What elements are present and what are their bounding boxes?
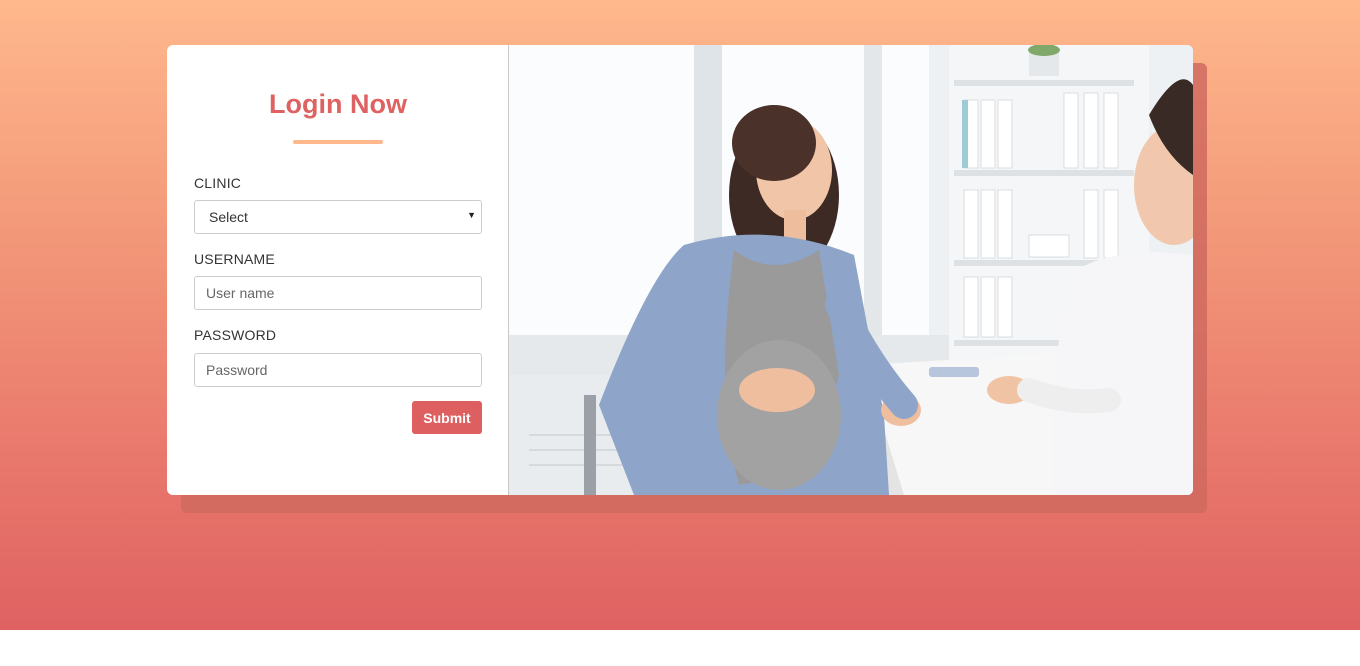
login-form: Login Now CLINIC Select ▼ USERNAME PASSW… bbox=[167, 45, 509, 495]
login-title: Login Now bbox=[269, 89, 407, 119]
username-input[interactable] bbox=[194, 276, 482, 310]
submit-button[interactable]: Submit bbox=[412, 401, 482, 434]
clinic-photo-illustration bbox=[509, 45, 1193, 495]
clinic-select[interactable]: Select ▼ bbox=[194, 200, 482, 234]
password-label: PASSWORD bbox=[194, 327, 277, 343]
password-input[interactable] bbox=[194, 353, 482, 387]
clinic-select-value: Select bbox=[209, 209, 248, 225]
clinic-label: CLINIC bbox=[194, 175, 242, 191]
username-label: USERNAME bbox=[194, 251, 275, 267]
login-card: Login Now CLINIC Select ▼ USERNAME PASSW… bbox=[167, 45, 1193, 495]
title-underline bbox=[293, 140, 383, 144]
chevron-down-icon: ▼ bbox=[467, 210, 476, 220]
clinic-photo bbox=[509, 45, 1193, 495]
